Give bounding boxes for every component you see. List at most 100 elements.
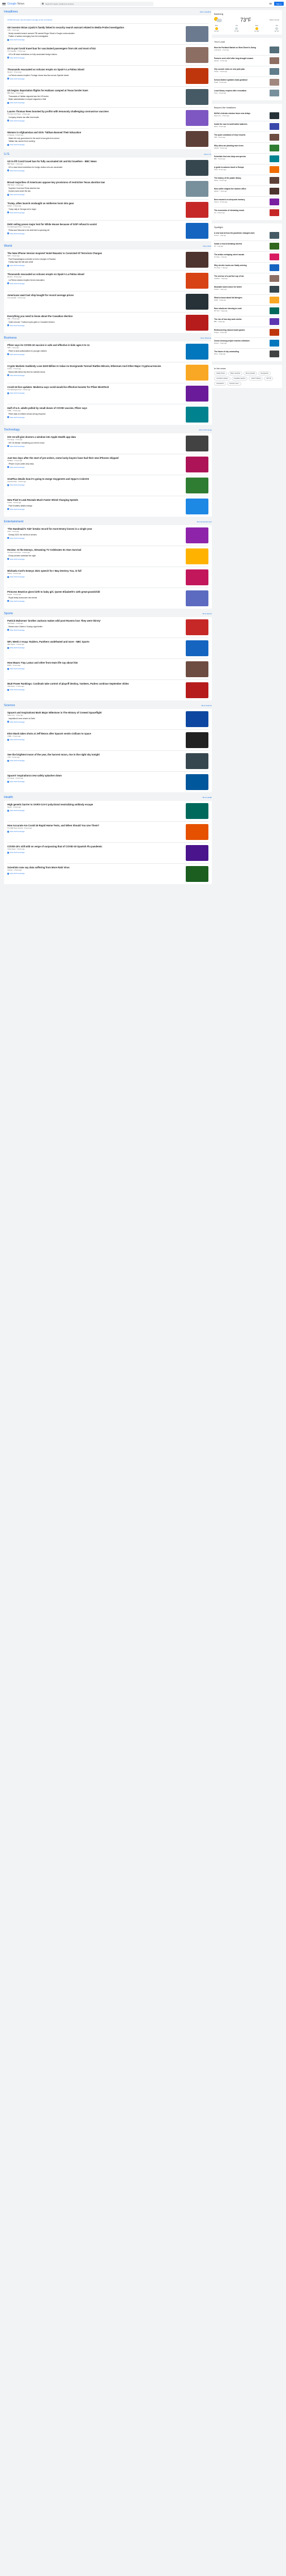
full-coverage-link[interactable]: View Full Coverage (7, 78, 24, 80)
story-thumbnail[interactable] (186, 866, 208, 882)
side-story-headline[interactable]: Ocean cleanup project reaches milestone (214, 340, 268, 342)
side-story[interactable]: Why cities are planting more trees CityLa… (214, 143, 279, 154)
side-story-headline[interactable]: Why cities are planting more trees (214, 145, 268, 147)
expand-chevron-icon[interactable]: ⌄ (207, 654, 208, 656)
story-thumbnail[interactable] (186, 47, 208, 63)
full-coverage-link[interactable]: View Full Coverage (7, 600, 24, 602)
expand-chevron-icon[interactable]: ⌄ (207, 604, 208, 606)
side-story-headline[interactable]: Farmers seek relief after long drought s… (214, 57, 268, 60)
full-coverage-link[interactable]: View Full Coverage (7, 233, 24, 235)
story-headline[interactable]: Half of U.S. adults polled by small dose… (7, 407, 183, 409)
full-coverage-link[interactable]: View Full Coverage (7, 212, 24, 214)
side-story-thumbnail[interactable] (270, 297, 279, 303)
side-story-thumbnail[interactable] (270, 329, 279, 336)
story-thumbnail[interactable] (186, 845, 208, 861)
story-headline[interactable]: Trump, allies launch onslaught as midter… (7, 202, 183, 205)
related-story[interactable]: Doctors sued under the law (7, 190, 183, 192)
section-title[interactable]: Science (4, 704, 15, 707)
section-title[interactable]: Technology (4, 428, 20, 432)
story-thumbnail[interactable] (186, 499, 208, 514)
full-coverage-link[interactable]: View Full Coverage (7, 830, 24, 833)
side-story-thumbnail[interactable] (270, 134, 279, 141)
story-thumbnail[interactable] (186, 753, 208, 769)
side-story-headline[interactable]: How the Portland Market on West Street I… (214, 47, 268, 49)
search-icon[interactable] (42, 3, 44, 5)
more-section-link[interactable]: More Science (202, 704, 212, 707)
side-story[interactable]: A guide to autumn travel in Europe Travel… (214, 164, 279, 175)
related-story[interactable]: iPhone 13 pre-orders ship early (7, 463, 183, 465)
side-story-headline[interactable]: The future of city commuting (214, 350, 268, 353)
story-thumbnail[interactable] (186, 160, 208, 176)
story-thumbnail[interactable] (186, 590, 208, 606)
related-story[interactable]: Inspiration4 crew returns to Earth (7, 717, 183, 720)
story-headline[interactable]: GE investor Brian Lipsitz's family linke… (7, 26, 183, 29)
story-headline[interactable]: Pfizer says its COVID-19 vaccine is safe… (7, 344, 183, 347)
side-story-headline[interactable]: Rediscovering classic board games (214, 329, 268, 331)
full-coverage-link[interactable]: View Full Coverage (7, 809, 24, 812)
expand-chevron-icon[interactable]: ⌄ (207, 859, 208, 861)
story-thumbnail[interactable] (186, 89, 208, 105)
side-story[interactable]: The rise of four-day work weeks BBC · 3 d… (214, 316, 279, 327)
expand-chevron-icon[interactable]: ⌄ (207, 237, 208, 239)
story-headline[interactable]: Americans want last ship bought for reco… (7, 294, 183, 297)
full-coverage-link[interactable]: View Full Coverage (7, 445, 24, 447)
expand-chevron-icon[interactable]: ⌄ (207, 378, 208, 381)
side-story[interactable]: Farmers seek relief after long drought s… (214, 56, 279, 66)
side-story-thumbnail[interactable] (270, 145, 279, 151)
related-story[interactable]: Bitcoin falls below key level as markets… (7, 371, 183, 373)
related-story[interactable]: Emmy winners celebrate the night (7, 555, 183, 557)
expand-chevron-icon[interactable]: ⌄ (207, 788, 208, 790)
full-coverage-link[interactable]: View Full Coverage (7, 57, 24, 59)
full-coverage-link[interactable]: View Full Coverage (7, 39, 24, 41)
expand-chevron-icon[interactable]: ⌄ (207, 838, 208, 840)
section-title[interactable]: Business (4, 336, 16, 340)
full-coverage-link[interactable]: View Full Coverage (7, 120, 24, 122)
story-thumbnail[interactable] (186, 386, 208, 402)
topic-chip[interactable]: Evergrande (258, 371, 271, 375)
story-headline[interactable]: Thousands evacuated as volcano erupts on… (7, 68, 183, 71)
expand-chevron-icon[interactable]: ⌄ (207, 583, 208, 585)
related-story[interactable]: Supreme Court and Texas abortion law (7, 187, 183, 189)
apps-icon[interactable] (269, 2, 272, 5)
side-story-thumbnail[interactable] (270, 350, 279, 357)
story-headline[interactable]: Broad majorities of Americans oppose key… (7, 181, 183, 184)
story-headline[interactable]: Patrick Mahomes' brother Jackson makes w… (7, 619, 183, 622)
story-headline[interactable]: Scientists now say data suffering from M… (7, 866, 183, 869)
story-headline[interactable]: 'The Handmaid's Tale' breaks record for … (7, 527, 183, 530)
full-coverage-link[interactable]: View Full Coverage (7, 780, 24, 783)
side-story[interactable]: Rediscovering classic board games Polygon… (214, 327, 279, 338)
story-thumbnail[interactable] (186, 661, 208, 677)
side-story-headline[interactable]: What to know about fall allergies (214, 297, 268, 299)
full-coverage-link[interactable]: View Full Coverage (7, 193, 24, 196)
topic-chip[interactable]: Brian Laundrie (228, 371, 242, 375)
story-headline[interactable]: MLB Power Rankings: Cardinals take contr… (7, 682, 183, 685)
related-story[interactable]: Newly unsealed search warrant: FBI wante… (7, 32, 183, 35)
side-story[interactable]: Inside a record-breaking harvest AP · 1 d… (214, 241, 279, 252)
side-story-headline[interactable]: Mountain towns brace for winter (214, 286, 268, 288)
related-story[interactable]: Pfizer data on children shows strong res… (7, 413, 183, 415)
full-coverage-link[interactable]: View Full Coverage (7, 102, 24, 104)
story-headline[interactable]: Women in Afghanistan and Girls 'Taliban … (7, 131, 183, 134)
related-story[interactable]: US to lift travel restrictions on fully … (7, 53, 183, 56)
section-title[interactable]: Entertainment (4, 520, 23, 523)
side-story[interactable]: Local library reopens after renovation Ti… (214, 88, 279, 98)
side-story-thumbnail[interactable] (270, 318, 279, 325)
expand-chevron-icon[interactable]: ⌄ (207, 449, 208, 451)
side-story-thumbnail[interactable] (270, 90, 279, 96)
story-headline[interactable]: Thousands evacuated as volcano erupts on… (7, 273, 183, 276)
related-story[interactable]: Pfizer to seek authorization for younger… (7, 350, 183, 352)
side-story[interactable]: Why electric trucks are finally arriving… (214, 263, 279, 273)
expand-chevron-icon[interactable]: ⌄ (207, 675, 208, 677)
full-coverage-link[interactable]: View Full Coverage (7, 484, 24, 486)
side-story-headline[interactable]: How coffee shaped the modern office (214, 188, 268, 190)
expand-chevron-icon[interactable]: ⌄ (207, 491, 208, 493)
side-story-thumbnail[interactable] (270, 47, 279, 53)
topic-chip[interactable]: Canadian election (231, 377, 248, 381)
full-coverage-link[interactable]: View Full Coverage (7, 689, 24, 691)
full-coverage-link[interactable]: View Full Coverage (7, 576, 24, 578)
story-thumbnail[interactable] (186, 824, 208, 840)
expand-chevron-icon[interactable]: ⌄ (207, 82, 208, 84)
side-story-thumbnail[interactable] (270, 188, 279, 195)
beyond-title[interactable]: Beyond the headlines (214, 106, 279, 109)
side-story-thumbnail[interactable] (270, 166, 279, 173)
